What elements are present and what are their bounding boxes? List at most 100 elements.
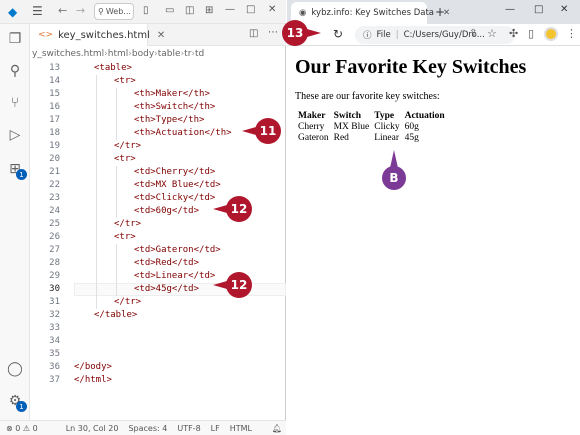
callout-11-badge: 11: [255, 118, 281, 144]
minimize-icon[interactable]: —: [225, 4, 235, 15]
indent-guide: [96, 283, 97, 296]
extensions-icon[interactable]: ⊞ 1: [6, 160, 27, 180]
indent-guide: [96, 257, 97, 270]
sidebar-icon[interactable]: ▯: [528, 27, 534, 40]
table-header-cell: Maker: [298, 111, 326, 121]
indent-guide: [96, 140, 97, 153]
breadcrumb-item[interactable]: body: [132, 49, 154, 59]
encoding-status[interactable]: UTF-8: [177, 424, 200, 433]
split-editor-icon[interactable]: ◫: [249, 28, 258, 39]
reload-icon[interactable]: ↻: [333, 27, 343, 41]
code-line: </tr>: [114, 297, 142, 307]
indent-guide: [116, 192, 117, 205]
breadcrumb-item[interactable]: html: [108, 49, 129, 59]
indent-guide: [116, 244, 117, 257]
line-number: 36: [49, 362, 60, 372]
layout-split-icon[interactable]: ◫: [185, 5, 194, 16]
code-line: <td>Cherry</td>: [134, 167, 216, 177]
command-search-text: Web...: [105, 7, 131, 16]
notifications-bell-icon[interactable]: 🔔︎: [272, 424, 282, 433]
line-number: 22: [49, 180, 60, 190]
account-icon[interactable]: ◯: [6, 360, 24, 378]
profile-avatar[interactable]: [544, 27, 558, 41]
code-line: </table>: [94, 310, 138, 320]
breadcrumb-item[interactable]: y_switches.html: [32, 49, 104, 59]
menu-icon[interactable]: ☰: [32, 4, 43, 18]
new-tab-icon[interactable]: +: [435, 5, 445, 19]
indent-guide: [96, 75, 97, 88]
indent-guide: [96, 192, 97, 205]
manage-gear-icon[interactable]: ⚙ 1: [6, 392, 27, 412]
code-line: <td>Clicky</td>: [134, 193, 216, 203]
layout-grid-icon[interactable]: ⊞: [205, 5, 213, 16]
line-number: 28: [49, 258, 60, 268]
breadcrumb-item[interactable]: table: [158, 49, 181, 59]
eol-status[interactable]: LF: [211, 424, 220, 433]
line-number: 32: [49, 310, 60, 320]
line-number: 14: [49, 76, 60, 86]
problems-status[interactable]: ⊗ 0 ⚠ 0: [6, 424, 38, 433]
breadcrumb-item[interactable]: tr: [184, 49, 191, 59]
browser-tab-title: kybz.info: Key Switches Data: [311, 8, 435, 18]
line-number: 25: [49, 219, 60, 229]
search-view-icon[interactable]: ⚲: [6, 62, 24, 80]
info-icon: ⓘ: [363, 31, 372, 41]
editor-tab-label: key_switches.html: [58, 29, 150, 41]
bookmark-star-icon[interactable]: ☆: [487, 27, 497, 40]
callout-b: B: [382, 150, 406, 190]
command-search[interactable]: ⚲ Web...: [94, 3, 134, 20]
extensions-puzzle-icon[interactable]: ✣: [509, 27, 518, 40]
browser-tab-strip: ◉ kybz.info: Key Switches Data ✕ + — □ ✕: [287, 0, 580, 24]
maximize-icon[interactable]: □: [246, 4, 255, 15]
close-icon[interactable]: ✕: [268, 4, 276, 15]
indentation-status[interactable]: Spaces: 4: [128, 424, 167, 433]
vscode-logo-icon: ◆: [8, 5, 18, 19]
table-cell: MX Blue: [333, 122, 370, 132]
run-debug-icon[interactable]: ▷: [6, 126, 24, 144]
language-status[interactable]: HTML: [230, 424, 252, 433]
breadcrumb-item[interactable]: td: [195, 49, 204, 59]
callout-13-badge: 13: [282, 20, 308, 46]
explorer-icon[interactable]: ❐: [6, 30, 24, 48]
editor-tabs: <> key_switches.html ✕ ◫ ⋯: [30, 24, 286, 46]
tab-close-icon[interactable]: ✕: [157, 30, 165, 41]
indent-guide: [96, 127, 97, 140]
code-editor[interactable]: 13 <table> 14 <tr> 15 <th>Maker</th> 16 <th>Swi…: [30, 62, 286, 420]
forward-icon[interactable]: →: [76, 4, 85, 17]
layout-panel-icon[interactable]: ▭: [165, 5, 174, 16]
html-file-icon: <>: [38, 30, 54, 40]
code-line: </body>: [74, 362, 112, 372]
table-header-cell: Switch: [333, 111, 362, 121]
status-bar: ⊗ 0 ⚠ 0 Ln 30, Col 20 Spaces: 4 UTF-8 LF…: [0, 420, 286, 435]
code-line: <td>Gateron</td>: [134, 245, 221, 255]
indent-guide: [96, 270, 97, 283]
editor-tab[interactable]: <> key_switches.html ✕: [30, 24, 165, 46]
more-actions-icon[interactable]: ⋯: [268, 27, 278, 38]
callout-12-first: 12: [213, 196, 252, 222]
browser-minimize-icon[interactable]: —: [505, 4, 515, 15]
browser-menu-icon[interactable]: ⋮: [566, 27, 577, 40]
back-icon[interactable]: ←: [58, 4, 67, 17]
indent-guide: [116, 179, 117, 192]
line-number: 34: [49, 336, 60, 346]
callout-12-first-badge: 12: [226, 196, 252, 222]
browser-maximize-icon[interactable]: □: [534, 4, 543, 15]
share-icon[interactable]: ⇪: [469, 28, 477, 39]
table-cell: 45g: [404, 133, 419, 143]
callout-12-second-badge: 12: [226, 272, 252, 298]
indent-guide: [96, 179, 97, 192]
layout-icon[interactable]: ▯: [143, 5, 149, 16]
source-control-icon[interactable]: ⑂: [6, 94, 24, 112]
indent-guide: [96, 88, 97, 101]
indent-guide: [116, 101, 117, 114]
callout-b-badge: B: [382, 166, 406, 190]
table-cell: Clicky: [374, 122, 400, 132]
line-number: 20: [49, 154, 60, 164]
table-cell: Gateron: [298, 133, 329, 143]
code-line: <table>: [94, 63, 132, 73]
line-number: 33: [49, 323, 60, 333]
table-cell: Cherry: [298, 122, 325, 132]
cursor-position[interactable]: Ln 30, Col 20: [66, 424, 119, 433]
line-number: 31: [49, 297, 60, 307]
browser-close-icon[interactable]: ✕: [560, 4, 568, 15]
